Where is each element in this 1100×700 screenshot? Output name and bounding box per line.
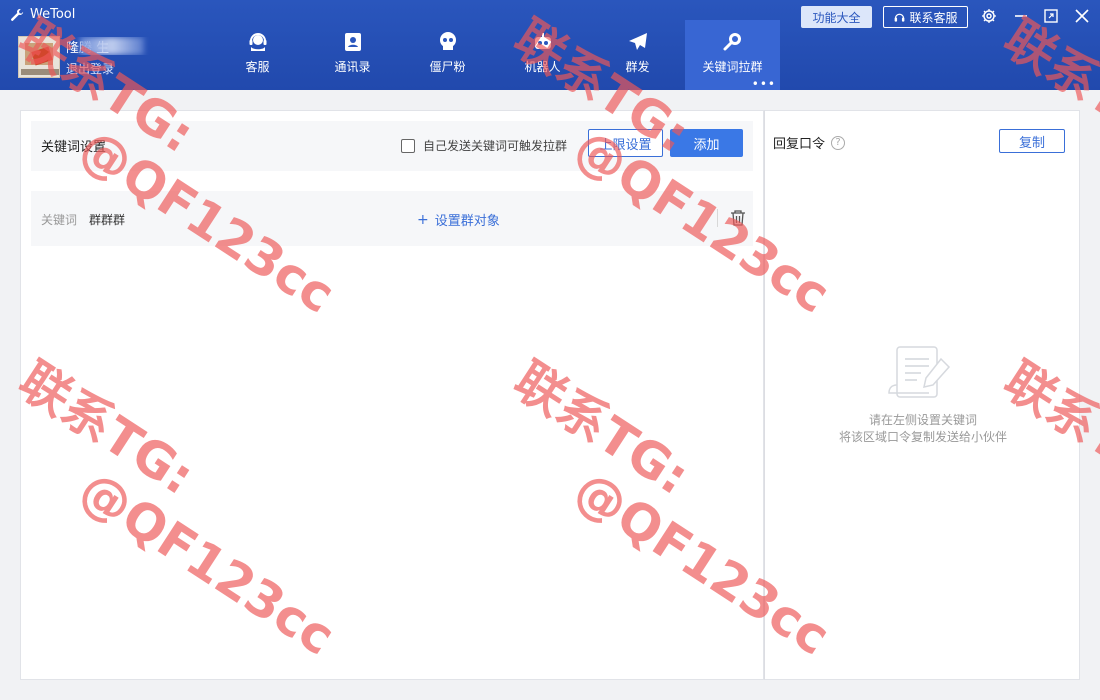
auto-trigger-option[interactable]: 自己发送关键词可触发拉群 xyxy=(401,137,567,154)
keyword-settings-panel: 关键词设置 自己发送关键词可触发拉群 上限设置 添加 关键词 群群群 + 设置群… xyxy=(20,110,764,680)
keyword-settings-title: 关键词设置 xyxy=(41,140,107,155)
headset-icon xyxy=(249,33,266,51)
reply-command-panel: 回复口令 ? 复制 请在左侧设置关键词 将该区域口令复制发送给小伙伴 xyxy=(764,110,1080,680)
name-blur-mask xyxy=(80,37,144,55)
tab-label: 群发 xyxy=(625,60,650,74)
title-bar: WeTool 隆腾 生 退出登录 客服 通讯录 僵尸粉 机器人 群发 xyxy=(0,0,1100,90)
tab-customer-service[interactable]: 客服 xyxy=(210,20,305,90)
contacts-icon xyxy=(344,33,361,51)
tab-zombie-fans[interactable]: 僵尸粉 xyxy=(400,20,495,90)
keyword-value[interactable]: 群群群 xyxy=(89,211,125,228)
skull-icon xyxy=(439,32,456,50)
reply-command-title-text: 回复口令 xyxy=(773,137,826,152)
trash-icon[interactable] xyxy=(729,209,747,227)
tab-label: 僵尸粉 xyxy=(429,60,466,74)
add-keyword-button[interactable]: 添加 xyxy=(670,129,743,157)
contact-support-button[interactable]: 联系客服 xyxy=(883,6,968,28)
help-icon[interactable]: ? xyxy=(831,135,846,150)
keyword-label: 关键词 xyxy=(41,213,78,227)
robot-icon xyxy=(534,33,551,49)
search-icon xyxy=(723,33,741,51)
user-name: 隆腾 生 xyxy=(66,37,152,55)
contact-support-label: 联系客服 xyxy=(909,10,958,25)
keyword-row: 关键词 群群群 + 设置群对象 xyxy=(31,191,753,246)
app-title-text: WeTool xyxy=(30,7,76,22)
tab-keyword-group[interactable]: 关键词拉群 ••• xyxy=(685,20,780,90)
tab-label: 机器人 xyxy=(524,60,561,74)
copy-button[interactable]: 复制 xyxy=(999,129,1065,153)
logout-link[interactable]: 退出登录 xyxy=(66,60,114,77)
settings-gear-icon[interactable] xyxy=(980,7,998,25)
function-list-button[interactable]: 功能大全 xyxy=(801,6,872,28)
minimize-icon[interactable] xyxy=(1012,7,1030,25)
app-title: WeTool xyxy=(10,7,75,22)
keyword-settings-bar: 关键词设置 自己发送关键词可触发拉群 上限设置 添加 xyxy=(31,121,753,171)
empty-hint-line2: 将该区域口令复制发送给小伙伴 xyxy=(838,430,1007,444)
empty-document-icon xyxy=(888,346,951,398)
maximize-icon[interactable] xyxy=(1042,7,1060,25)
tab-contacts[interactable]: 通讯录 xyxy=(305,20,400,90)
tab-label: 客服 xyxy=(245,60,270,74)
headset-icon xyxy=(895,13,905,22)
avatar[interactable] xyxy=(18,36,60,78)
divider xyxy=(717,209,718,227)
set-group-target-button[interactable]: + 设置群对象 xyxy=(417,210,500,230)
close-icon[interactable] xyxy=(1073,7,1091,25)
reply-command-title: 回复口令 ? xyxy=(773,133,846,152)
set-group-target-label: 设置群对象 xyxy=(434,214,500,229)
tab-label: 通讯录 xyxy=(334,60,371,74)
main-nav: 客服 通讯录 僵尸粉 机器人 群发 关键词拉群 ••• xyxy=(210,20,780,90)
tab-label: 关键词拉群 xyxy=(702,60,763,74)
wrench-icon xyxy=(11,8,24,21)
tab-broadcast[interactable]: 群发 xyxy=(590,20,685,90)
auto-trigger-checkbox[interactable] xyxy=(401,138,415,153)
plus-icon: + xyxy=(417,211,429,228)
auto-trigger-label: 自己发送关键词可触发拉群 xyxy=(423,139,568,153)
limit-settings-button[interactable]: 上限设置 xyxy=(588,129,663,157)
more-dots[interactable]: ••• xyxy=(752,78,776,90)
send-icon xyxy=(628,33,647,50)
empty-hint-line1: 请在左侧设置关键词 xyxy=(868,413,977,427)
tab-robot[interactable]: 机器人 xyxy=(495,20,590,90)
